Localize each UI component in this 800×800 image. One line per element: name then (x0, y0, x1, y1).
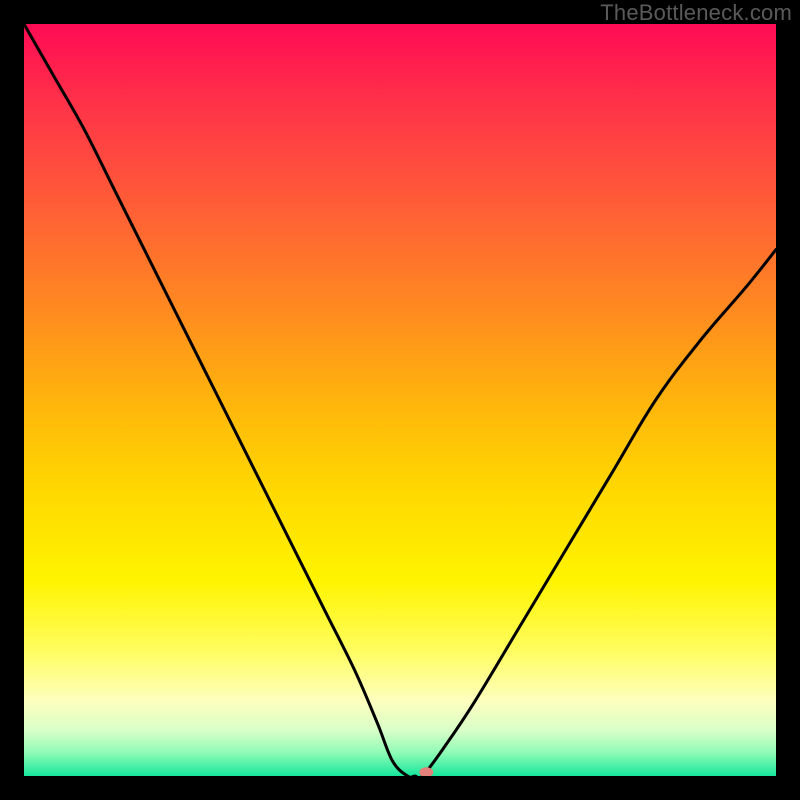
watermark-text: TheBottleneck.com (600, 0, 792, 26)
chart-frame: TheBottleneck.com (0, 0, 800, 800)
gradient-background (24, 24, 776, 776)
bottleneck-chart (24, 24, 776, 776)
plot-area (24, 24, 776, 776)
